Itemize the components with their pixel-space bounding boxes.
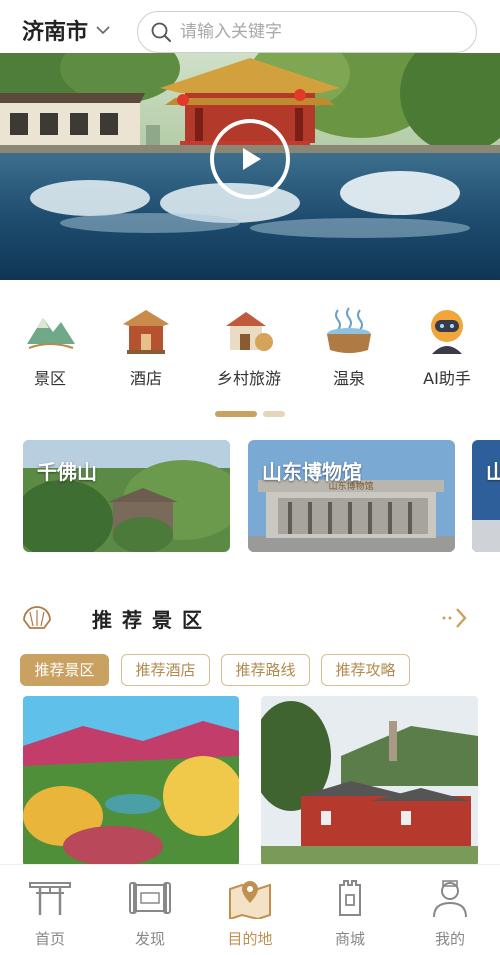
hot-spring-icon [327,307,371,353]
tower-icon [339,880,361,916]
nav-label: 我的 [434,930,465,948]
tab-recommend-hotel[interactable]: 推荐酒店 [121,654,210,686]
category-village[interactable]: 乡村旅游 [204,300,294,400]
search-input[interactable] [180,22,460,42]
card-title: 山 [486,460,500,484]
recommend-image [23,696,239,866]
category-label: 酒店 [129,369,162,388]
category-hotel[interactable]: 酒店 [101,300,191,400]
featured-card-shandong-museum[interactable]: 山东博物馆 山东博物馆 [248,440,455,552]
play-icon [243,148,261,170]
featured-card-qianfoshan[interactable]: 千佛山 [23,440,230,552]
robot-icon [431,310,463,354]
category-grid: 景区 酒店 乡村旅游 温泉 AI助手 [0,300,500,400]
nav-destination[interactable]: 目的地 [200,865,300,955]
chevron-right-icon[interactable] [438,604,470,632]
featured-carousel: 千佛山 山东博物馆 山东博物馆 山 [0,440,500,552]
recommend-card[interactable] [23,696,239,866]
mountain-icon [27,318,75,349]
category-label: 景区 [33,369,66,388]
city-selector[interactable]: 济南市 [22,14,112,46]
hero-video-banner[interactable] [0,53,500,280]
play-button[interactable] [210,119,290,199]
user-icon [433,880,467,918]
map-pin-icon [229,881,271,919]
tab-recommend-guide[interactable]: 推荐攻略 [321,654,410,686]
nav-label: 商城 [334,930,365,948]
pager-dot-active [215,411,257,417]
scroll-icon [129,882,171,914]
pager-dot [263,411,285,417]
section-title: 推荐景区 [92,608,212,632]
category-label: AI助手 [423,369,471,388]
category-label: 乡村旅游 [216,369,281,388]
nav-discover[interactable]: 发现 [100,865,200,955]
village-house-icon [226,312,273,351]
city-label: 济南市 [22,20,89,45]
fan-icon [23,606,51,629]
archway-icon [29,882,71,915]
recommend-image [261,696,478,866]
featured-card-partial[interactable]: 山 [472,440,500,552]
search-bar[interactable] [137,11,477,53]
section-header: 推荐景区 [22,600,478,640]
card-title: 山东博物馆 [262,460,362,484]
top-bar: 济南市 [0,0,500,60]
category-label: 温泉 [332,369,365,388]
category-ai-assistant[interactable]: AI助手 [402,300,492,400]
category-scenic[interactable]: 景区 [5,300,95,400]
tab-recommend-route[interactable]: 推荐路线 [221,654,310,686]
bottom-nav: 首页 发现 目的地 商城 我的 [0,864,500,955]
search-icon [151,22,171,42]
nav-mall[interactable]: 商城 [300,865,400,955]
pavilion-hotel-icon [123,310,169,354]
chevron-down-icon [96,26,110,35]
tab-recommend-scenic[interactable]: 推荐景区 [20,654,109,686]
category-hot-spring[interactable]: 温泉 [304,300,394,400]
card-title: 千佛山 [37,460,97,484]
nav-label: 目的地 [227,930,273,948]
nav-profile[interactable]: 我的 [400,865,500,955]
nav-home[interactable]: 首页 [0,865,100,955]
nav-label: 发现 [134,930,165,948]
nav-label: 首页 [34,930,65,948]
recommend-card[interactable] [261,696,478,866]
